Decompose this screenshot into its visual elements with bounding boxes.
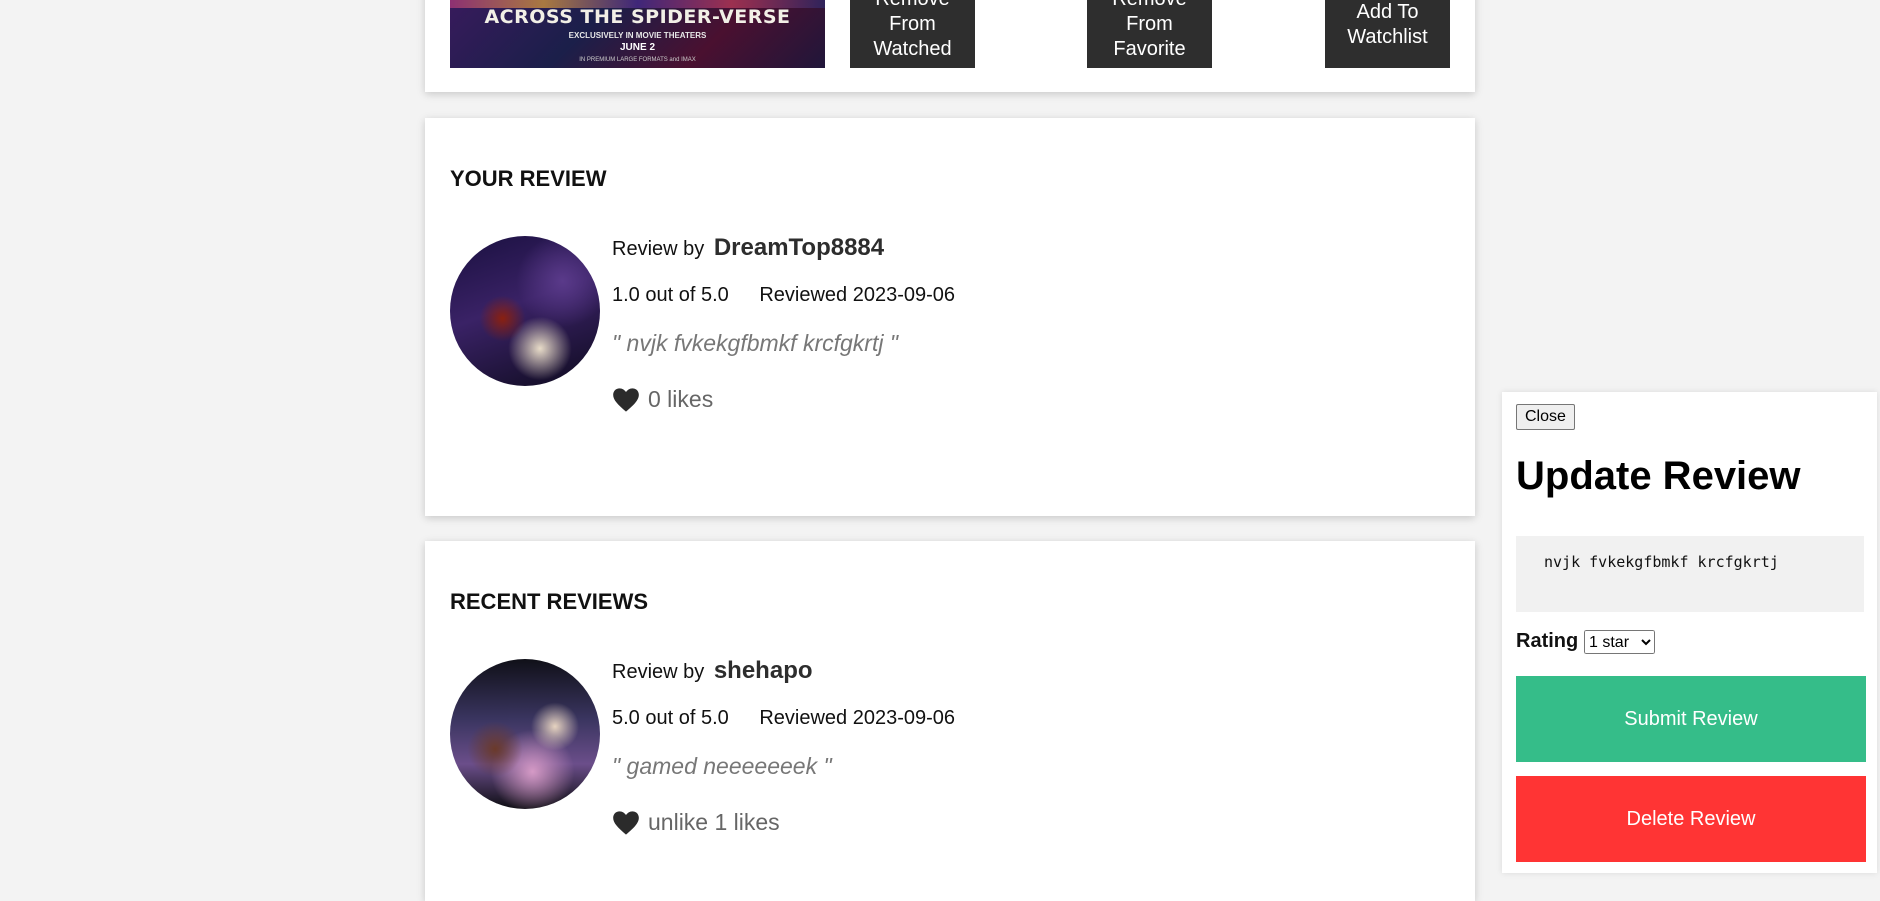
poster-subtitle: EXCLUSIVELY IN MOVIE THEATERS	[568, 31, 707, 40]
review-rating: 5.0 out of 5.0	[612, 707, 729, 729]
section-title-your-review: YOUR REVIEW	[450, 166, 607, 191]
your-review-card: YOUR REVIEW Review by DreamTop8884 1.0 o…	[425, 118, 1475, 516]
movie-poster: ACROSS THE SPIDER-VERSE EXCLUSIVELY IN M…	[450, 0, 825, 68]
delete-review-button[interactable]: Delete Review	[1516, 776, 1866, 862]
remove-from-favorite-button[interactable]: Remove From Favorite	[1087, 0, 1212, 68]
add-to-watchlist-button[interactable]: Add To Watchlist	[1325, 0, 1450, 68]
remove-from-watched-label: Remove From Watched	[873, 0, 952, 60]
review-author-line: Review by shehapo	[612, 657, 813, 685]
review-author-line: Review by DreamTop8884	[612, 234, 884, 262]
add-to-watchlist-label: Add To Watchlist	[1347, 1, 1428, 48]
review-date: Reviewed 2023-09-06	[759, 707, 956, 729]
section-title-recent-reviews: RECENT REVIEWS	[450, 589, 649, 614]
review-likes: 0 likes	[612, 386, 713, 413]
review-username[interactable]: DreamTop8884	[714, 234, 884, 261]
poster-footer: IN PREMIUM LARGE FORMATS and IMAX	[579, 57, 696, 63]
rating-select[interactable]: 1 star 2 stars 3 stars 4 stars 5 stars	[1584, 630, 1655, 654]
review-rating-line: 5.0 out of 5.0 Reviewed 2023-09-06	[612, 707, 955, 730]
rating-label: Rating	[1516, 630, 1579, 652]
review-by-label: Review by	[612, 238, 705, 260]
unlike-likes-count[interactable]: unlike 1 likes	[648, 809, 780, 836]
review-by-label: Review by	[612, 661, 705, 683]
poster-title: ACROSS THE SPIDER-VERSE	[484, 6, 791, 28]
review-quote: " nvjk fvkekgfbmkf krcfgkrtj "	[612, 330, 898, 356]
remove-from-watched-button[interactable]: Remove From Watched	[850, 0, 975, 68]
poster-date: JUNE 2	[619, 42, 655, 53]
heart-icon[interactable]	[612, 387, 640, 413]
review-username[interactable]: shehapo	[714, 657, 813, 684]
review-rating-line: 1.0 out of 5.0 Reviewed 2023-09-06	[612, 284, 955, 307]
likes-count: 0 likes	[648, 386, 714, 412]
review-date: Reviewed 2023-09-06	[759, 284, 956, 306]
recent-reviews-card: RECENT REVIEWS Review by shehapo 5.0 out…	[425, 541, 1475, 901]
review-movie-thumbnail	[450, 659, 600, 809]
movie-actions-card: ACROSS THE SPIDER-VERSE EXCLUSIVELY IN M…	[425, 0, 1475, 92]
submit-review-button[interactable]: Submit Review	[1516, 676, 1866, 762]
review-quote: " gamed neeeeeeek "	[612, 753, 832, 779]
panel-title: Update Review	[1516, 454, 1801, 498]
review-text-input[interactable]: nvjk fvkekgfbmkf krcfgkrtj	[1516, 536, 1864, 612]
heart-icon[interactable]	[612, 810, 640, 836]
remove-from-favorite-label: Remove From Favorite	[1112, 0, 1186, 60]
review-movie-thumbnail	[450, 236, 600, 386]
close-button[interactable]: Close	[1516, 404, 1575, 430]
update-review-panel: Close Update Review nvjk fvkekgfbmkf krc…	[1502, 392, 1877, 873]
review-rating: 1.0 out of 5.0	[612, 284, 729, 306]
review-likes: unlike 1 likes	[612, 809, 780, 836]
